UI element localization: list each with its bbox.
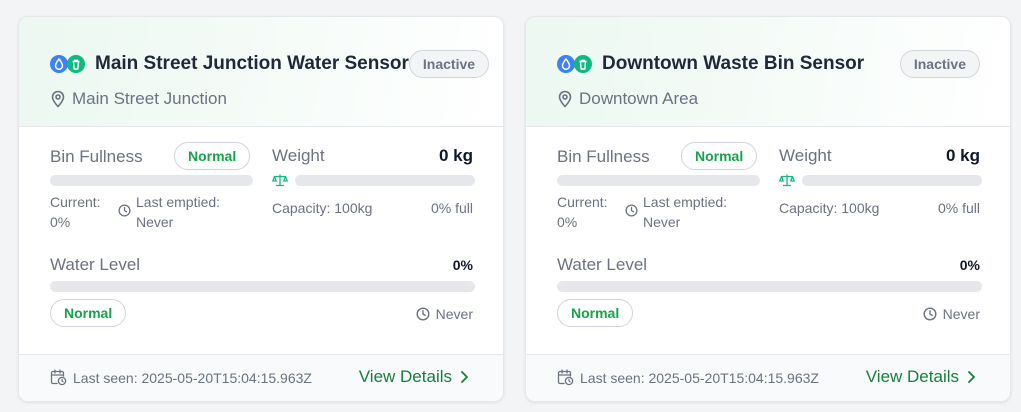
bin-current-value: 0% bbox=[557, 214, 578, 230]
map-pin-icon bbox=[558, 90, 572, 108]
location: Main Street Junction bbox=[50, 89, 227, 109]
water-level-bar bbox=[557, 281, 982, 292]
water-level-label: Water Level bbox=[557, 255, 648, 274]
weight-full-percent: 0% full bbox=[430, 200, 473, 216]
sensor-card[interactable]: Main Street Junction Water Sensor Inacti… bbox=[18, 16, 504, 402]
last-seen-text: Last seen: 2025-05-20T15:04:15.963Z bbox=[580, 369, 819, 386]
bin-fullness-label: Bin Fullness bbox=[50, 147, 143, 166]
clock-icon bbox=[416, 307, 430, 321]
water-level-bar bbox=[50, 281, 475, 292]
bin-last-emptied-label: Last emptied: bbox=[643, 194, 728, 210]
weight-label: Weight bbox=[779, 146, 832, 165]
scale-icon bbox=[272, 174, 288, 187]
weight-full-percent: 0% full bbox=[937, 200, 980, 216]
location: Downtown Area bbox=[557, 89, 698, 109]
water-drop-icon bbox=[50, 55, 68, 73]
bin-last-emptied-value: Never bbox=[136, 214, 174, 230]
weight-value: 0 kg bbox=[438, 146, 473, 165]
view-details-label: View Details bbox=[865, 367, 959, 386]
map-pin-icon bbox=[51, 90, 65, 108]
bin-current: Current: 0% bbox=[557, 192, 608, 232]
bin-last-emptied-label: Last emptied: bbox=[136, 194, 221, 210]
water-level-value: 0% bbox=[959, 257, 980, 273]
sensor-type-icons bbox=[557, 55, 592, 73]
sensor-type-icons bbox=[50, 55, 85, 73]
chevron-right-icon bbox=[461, 371, 468, 383]
scale-icon bbox=[779, 174, 795, 187]
water-level-time: Never bbox=[416, 304, 473, 324]
trash-bin-icon bbox=[574, 55, 592, 73]
location-text: Main Street Junction bbox=[72, 89, 227, 108]
sensor-title: Downtown Waste Bin Sensor bbox=[602, 53, 865, 74]
card-header: Downtown Waste Bin Sensor Inactive Downt… bbox=[526, 17, 1010, 127]
last-seen: Last seen: 2025-05-20T15:04:15.963Z bbox=[557, 369, 819, 386]
status-badge: Inactive bbox=[408, 50, 490, 78]
sensor-card[interactable]: Downtown Waste Bin Sensor Inactive Downt… bbox=[525, 16, 1011, 402]
clock-icon bbox=[118, 204, 131, 217]
calendar-clock-icon bbox=[50, 369, 67, 386]
bin-last-emptied: Last emptied: Never bbox=[136, 192, 220, 232]
bin-fullness-label: Bin Fullness bbox=[557, 147, 650, 166]
water-level-label: Water Level bbox=[50, 255, 141, 274]
weight-capacity: Capacity: 100kg bbox=[779, 200, 880, 216]
water-level-status-badge: Normal bbox=[50, 299, 127, 327]
card-header: Main Street Junction Water Sensor Inacti… bbox=[19, 17, 503, 127]
bin-current: Current: 0% bbox=[50, 192, 101, 232]
view-details-label: View Details bbox=[358, 367, 452, 386]
bin-current-value: 0% bbox=[50, 214, 71, 230]
bin-last-emptied-value: Never bbox=[643, 214, 681, 230]
bin-last-emptied: Last emptied: Never bbox=[643, 192, 727, 232]
bin-fullness-status-badge: Normal bbox=[681, 142, 758, 170]
water-level-time: Never bbox=[923, 304, 980, 324]
clock-icon bbox=[923, 307, 937, 321]
bin-current-label: Current: bbox=[557, 194, 608, 210]
weight-capacity: Capacity: 100kg bbox=[272, 200, 373, 216]
status-badge: Inactive bbox=[899, 50, 980, 78]
water-level-status-badge: Normal bbox=[557, 299, 634, 327]
chevron-right-icon bbox=[968, 371, 975, 383]
calendar-clock-icon bbox=[557, 369, 574, 386]
location-text: Downtown Area bbox=[579, 89, 699, 108]
card-footer: Last seen: 2025-05-20T15:04:15.963Z View… bbox=[526, 354, 1010, 401]
weight-value: 0 kg bbox=[945, 146, 980, 165]
water-level-value: 0% bbox=[452, 257, 473, 273]
water-drop-icon bbox=[557, 55, 575, 73]
view-details-link[interactable]: View Details bbox=[359, 367, 469, 387]
last-seen-text: Last seen: 2025-05-20T15:04:15.963Z bbox=[73, 369, 312, 386]
bin-fullness-bar bbox=[50, 175, 253, 186]
weight-bar bbox=[295, 175, 475, 186]
clock-icon bbox=[625, 204, 638, 217]
bin-fullness-bar bbox=[557, 175, 760, 186]
card-footer: Last seen: 2025-05-20T15:04:15.963Z View… bbox=[19, 354, 503, 401]
view-details-link[interactable]: View Details bbox=[866, 367, 976, 387]
sensor-title: Main Street Junction Water Sensor bbox=[95, 53, 409, 74]
water-level-time-text: Never bbox=[942, 306, 980, 322]
trash-bin-icon bbox=[67, 55, 85, 73]
bin-fullness-status-badge: Normal bbox=[174, 142, 251, 170]
last-seen: Last seen: 2025-05-20T15:04:15.963Z bbox=[50, 369, 312, 386]
weight-bar bbox=[802, 175, 982, 186]
water-level-time-text: Never bbox=[435, 306, 473, 322]
bin-current-label: Current: bbox=[50, 194, 101, 210]
weight-label: Weight bbox=[272, 146, 325, 165]
